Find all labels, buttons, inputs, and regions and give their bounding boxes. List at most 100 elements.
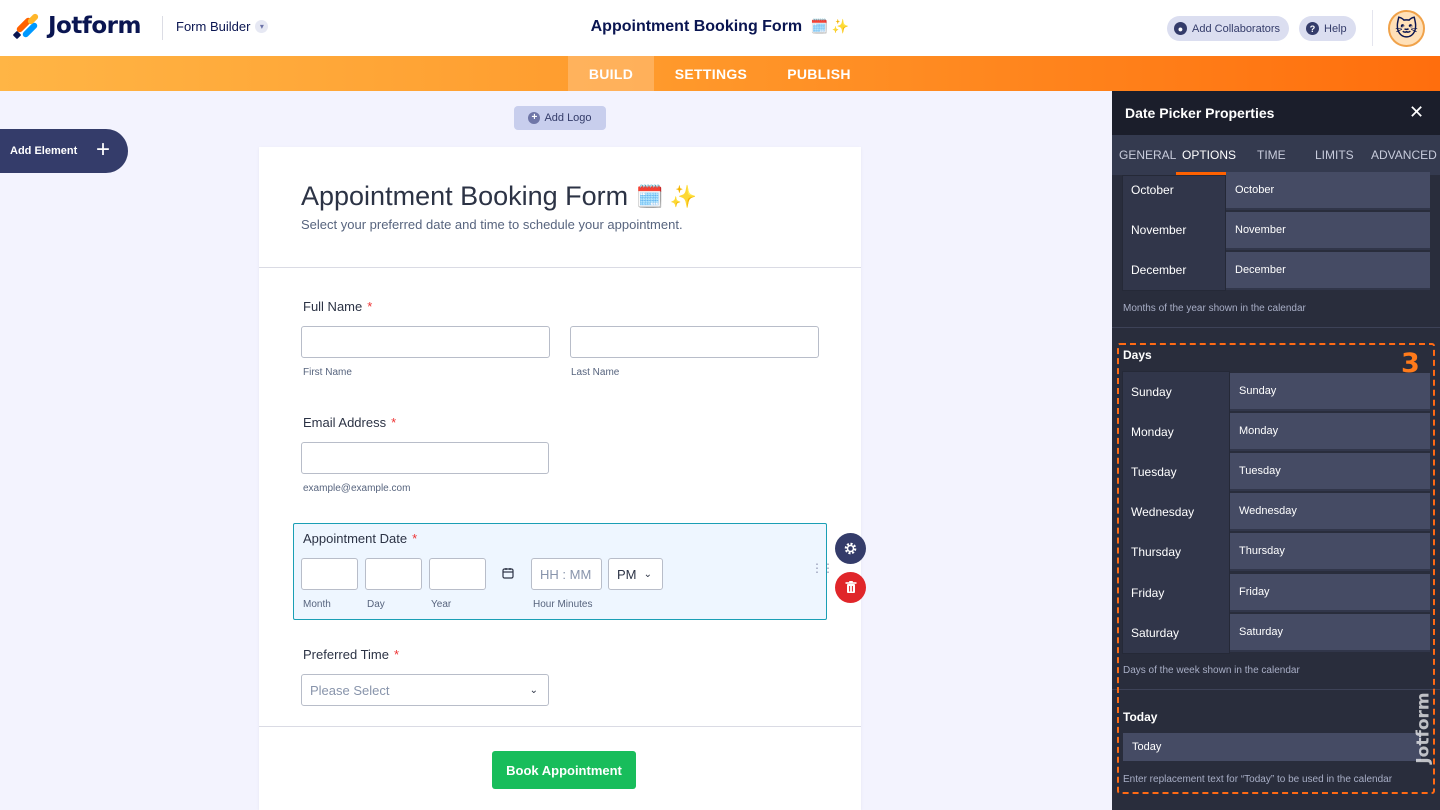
month-input-october[interactable]: October <box>1226 172 1430 210</box>
add-element-button[interactable]: Add Element + <box>0 129 128 173</box>
form-card: Appointment Booking Form 🗓️ ✨ Select you… <box>259 147 861 810</box>
panel-tabs: GENERAL OPTIONS TIME LIMITS ADVANCED <box>1112 135 1440 175</box>
user-icon: ● <box>1174 22 1187 35</box>
add-collaborators-button[interactable]: ● Add Collaborators <box>1167 16 1290 41</box>
field-settings-button[interactable] <box>835 533 866 564</box>
email-input[interactable] <box>301 442 549 474</box>
preferred-time-label: Preferred Time * <box>303 647 399 662</box>
add-logo-label: Add Logo <box>544 112 592 124</box>
appointment-date-label: Appointment Date * <box>303 531 417 546</box>
day-label-thursday: Thursday <box>1131 545 1182 559</box>
day-value-tuesday: Tuesday <box>1239 465 1281 477</box>
required-marker: * <box>393 647 400 662</box>
appointment-date-label-text: Appointment Date <box>303 531 408 546</box>
builder-nav: BUILD SETTINGS PUBLISH <box>0 56 1440 91</box>
tab-build-label: BUILD <box>588 65 634 82</box>
tab-build[interactable]: BUILD <box>568 56 654 91</box>
day-input-saturday[interactable]: Saturday <box>1230 614 1430 652</box>
ampm-select[interactable]: PM ⌄ <box>608 558 663 590</box>
form-divider <box>259 726 861 727</box>
jotform-logo[interactable]: Jotform <box>12 12 141 40</box>
preferred-time-select[interactable]: Please Select ⌄ <box>301 674 549 706</box>
day-label-sunday: Sunday <box>1131 385 1172 399</box>
field-delete-button[interactable] <box>835 572 866 603</box>
tab-publish[interactable]: PUBLISH <box>776 56 862 91</box>
day-input-monday[interactable]: Monday <box>1230 413 1430 451</box>
jotform-logo-icon <box>12 12 40 40</box>
plus-circle-icon: + <box>528 112 541 124</box>
calendar-icon[interactable] <box>502 567 514 582</box>
month-label-october: October <box>1131 183 1174 197</box>
year-input[interactable] <box>429 558 486 590</box>
day-input-tuesday[interactable]: Tuesday <box>1230 453 1430 491</box>
today-input[interactable]: Today <box>1123 733 1421 761</box>
add-collaborators-label: Add Collaborators <box>1192 22 1281 35</box>
form-builder-dropdown[interactable]: Form Builder ▾ <box>176 19 269 34</box>
tab-settings[interactable]: SETTINGS <box>664 56 758 91</box>
month-value-october: October <box>1235 184 1275 196</box>
day-value-thursday: Thursday <box>1239 545 1285 557</box>
time-placeholder: HH : MM <box>540 566 592 582</box>
tab-settings-label: SETTINGS <box>674 65 748 82</box>
panel-title: Date Picker Properties <box>1125 105 1275 121</box>
plus-icon: + <box>96 136 111 163</box>
question-icon: ? <box>1306 22 1319 35</box>
chevron-down-icon: ⌄ <box>643 568 652 580</box>
required-marker: * <box>412 531 418 546</box>
form-header[interactable]: Appointment Booking Form 🗓️ ✨ Select you… <box>259 147 861 268</box>
form-title-text[interactable]: Appointment Booking Form <box>591 18 803 35</box>
days-help-text: Days of the week shown in the calendar <box>1123 665 1300 676</box>
tab-publish-label: PUBLISH <box>787 65 851 82</box>
time-sublabel: Hour Minutes <box>533 599 593 610</box>
add-element-label: Add Element <box>10 145 78 157</box>
watermark-text: Jotform <box>1413 692 1434 764</box>
jotform-watermark: Jotform <box>1402 690 1440 770</box>
month-value-november: November <box>1235 224 1286 236</box>
tab-options[interactable]: OPTIONS <box>1182 148 1236 162</box>
step-number: 3 <box>1401 348 1420 379</box>
full-name-label-text: Full Name <box>303 299 363 314</box>
last-name-input[interactable] <box>570 326 819 358</box>
day-label-tuesday: Tuesday <box>1131 465 1177 479</box>
time-input[interactable]: HH : MM <box>531 558 602 590</box>
email-label-text: Email Address <box>303 415 387 430</box>
book-appointment-button[interactable]: Book Appointment <box>492 751 636 789</box>
months-help-text: Months of the year shown in the calendar <box>1123 303 1306 314</box>
calendar-sparkle-emojis: 🗓️ ✨ <box>636 183 698 209</box>
month-input-november[interactable]: November <box>1226 212 1430 250</box>
first-name-sublabel: First Name <box>303 367 352 378</box>
help-button[interactable]: ? Help <box>1299 16 1356 41</box>
day-sublabel: Day <box>367 599 385 610</box>
avatar-divider <box>1372 10 1373 46</box>
chevron-down-icon: ▾ <box>255 20 269 33</box>
day-input-sunday[interactable]: Sunday <box>1230 373 1430 411</box>
tab-general[interactable]: GENERAL <box>1119 148 1176 162</box>
close-icon[interactable]: ✕ <box>1409 102 1424 123</box>
help-label: Help <box>1324 22 1347 35</box>
month-label-december: December <box>1131 263 1187 277</box>
day-input[interactable] <box>365 558 422 590</box>
trash-icon <box>845 581 856 593</box>
day-value-wednesday: Wednesday <box>1239 505 1297 517</box>
add-logo-button[interactable]: + Add Logo <box>514 106 606 130</box>
form-heading: Appointment Booking Form 🗓️ ✨ <box>301 181 697 212</box>
today-value: Today <box>1132 741 1162 753</box>
tab-limits[interactable]: LIMITS <box>1315 148 1354 162</box>
day-input-friday[interactable]: Friday <box>1230 574 1430 612</box>
first-name-input[interactable] <box>301 326 550 358</box>
avatar[interactable]: 🐱 <box>1388 10 1425 47</box>
tab-advanced[interactable]: ADVANCED <box>1371 148 1437 162</box>
header-divider <box>162 16 163 40</box>
preferred-time-label-text: Preferred Time <box>303 647 389 662</box>
properties-panel: Date Picker Properties ✕ GENERAL OPTIONS… <box>1112 91 1440 810</box>
month-input[interactable] <box>301 558 358 590</box>
last-name-sublabel: Last Name <box>571 367 620 378</box>
form-builder-label: Form Builder <box>176 19 251 34</box>
tab-time[interactable]: TIME <box>1257 148 1286 162</box>
email-label: Email Address * <box>303 415 396 430</box>
month-input-december[interactable]: December <box>1226 252 1430 290</box>
today-section-title: Today <box>1123 710 1158 724</box>
day-input-wednesday[interactable]: Wednesday <box>1230 493 1430 531</box>
drag-handle-icon[interactable]: ⋮⋮ <box>811 562 834 574</box>
day-input-thursday[interactable]: Thursday <box>1230 533 1430 571</box>
